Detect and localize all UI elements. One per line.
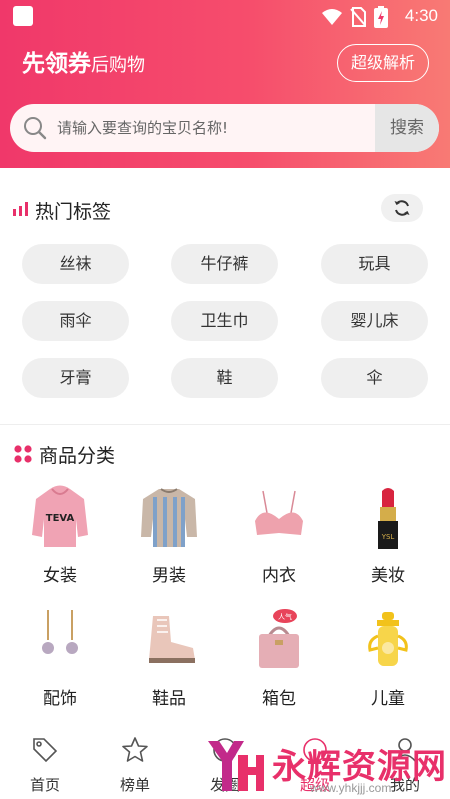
svg-text:人气: 人气 <box>278 612 292 621</box>
sippy-cup-icon <box>368 612 408 666</box>
nav-home[interactable]: 首页 <box>0 727 90 799</box>
watermark-url: www.yhkjjj.com <box>310 781 392 795</box>
hot-tag[interactable]: 卫生巾 <box>171 301 278 341</box>
notification-icon <box>13 6 33 26</box>
hot-tag[interactable]: 牙膏 <box>22 358 129 398</box>
search-button[interactable]: 搜索 <box>375 104 439 152</box>
category-label: 鞋品 <box>152 689 186 709</box>
super-parse-button[interactable]: 超级解析 <box>337 44 429 82</box>
category-label: 配饰 <box>43 689 77 709</box>
watermark-logo-icon <box>208 741 264 791</box>
search-icon <box>24 117 47 140</box>
nav-label: 榜单 <box>119 776 150 794</box>
svg-text:TEVA: TEVA <box>46 513 75 524</box>
category-men[interactable]: 男装 <box>124 483 214 593</box>
search-input[interactable]: 请输入要查询的宝贝名称! <box>57 104 228 152</box>
watermark: 永辉资源网 www.yhkjjj.com <box>200 733 450 799</box>
category-label: 箱包 <box>262 689 296 709</box>
categories-title: 商品分类 <box>39 445 116 467</box>
striped-sweater-icon <box>141 488 197 547</box>
title-main: 先领券 <box>22 51 91 77</box>
lipstick-icon: YSL <box>378 488 398 549</box>
wifi-icon <box>322 9 342 25</box>
hot-tag[interactable]: 婴儿床 <box>321 301 428 341</box>
category-women[interactable]: TEVA 女装 <box>15 483 105 593</box>
boots-icon <box>149 616 195 663</box>
svg-text:YSL: YSL <box>381 533 395 541</box>
pearl-earrings-icon <box>42 610 78 654</box>
refresh-icon <box>394 200 410 216</box>
category-label: 女装 <box>43 566 77 586</box>
nav-label: 首页 <box>29 776 60 794</box>
category-label: 美妆 <box>371 566 405 586</box>
search-bar[interactable]: 请输入要查询的宝贝名称! 搜索 <box>10 104 439 152</box>
category-shoes[interactable]: 鞋品 <box>124 606 214 716</box>
hot-tag[interactable]: 鞋 <box>171 358 278 398</box>
hot-tag[interactable]: 伞 <box>321 358 428 398</box>
category-label: 儿童 <box>371 689 405 709</box>
hot-tag[interactable]: 玩具 <box>321 244 428 284</box>
bar-chart-icon <box>13 202 28 216</box>
no-sim-icon <box>350 7 366 27</box>
category-makeup[interactable]: YSL 美妆 <box>343 483 433 593</box>
pink-handbag-icon: 人气 <box>259 609 299 668</box>
category-label: 男装 <box>152 566 186 586</box>
category-bags[interactable]: 人气 箱包 <box>234 606 324 716</box>
bra-icon <box>255 490 303 535</box>
category-underwear[interactable]: 内衣 <box>234 483 324 593</box>
battery-icon <box>374 6 388 28</box>
grid-dots-icon <box>14 445 32 463</box>
category-accessories[interactable]: 配饰 <box>15 606 105 716</box>
title-sub: 后购物 <box>91 55 145 76</box>
hot-tag[interactable]: 丝袜 <box>22 244 129 284</box>
category-kids[interactable]: 儿童 <box>343 606 433 716</box>
hot-tag[interactable]: 雨伞 <box>22 301 129 341</box>
status-bar: 4:30 <box>0 0 450 32</box>
star-icon <box>122 737 148 762</box>
page-title: 先领券后购物 <box>22 44 145 78</box>
divider <box>0 424 450 425</box>
pink-hoodie-icon: TEVA <box>32 485 88 547</box>
category-label: 内衣 <box>262 566 296 586</box>
refresh-button[interactable] <box>381 194 423 222</box>
header: 4:30 先领券后购物 超级解析 请输入要查询的宝贝名称! 搜索 <box>0 0 450 168</box>
tag-icon <box>33 738 58 763</box>
hot-tag[interactable]: 牛仔裤 <box>171 244 278 284</box>
status-time: 4:30 <box>404 6 438 25</box>
nav-ranking[interactable]: 榜单 <box>90 727 180 799</box>
hot-tags-title: 热门标签 <box>35 201 112 223</box>
